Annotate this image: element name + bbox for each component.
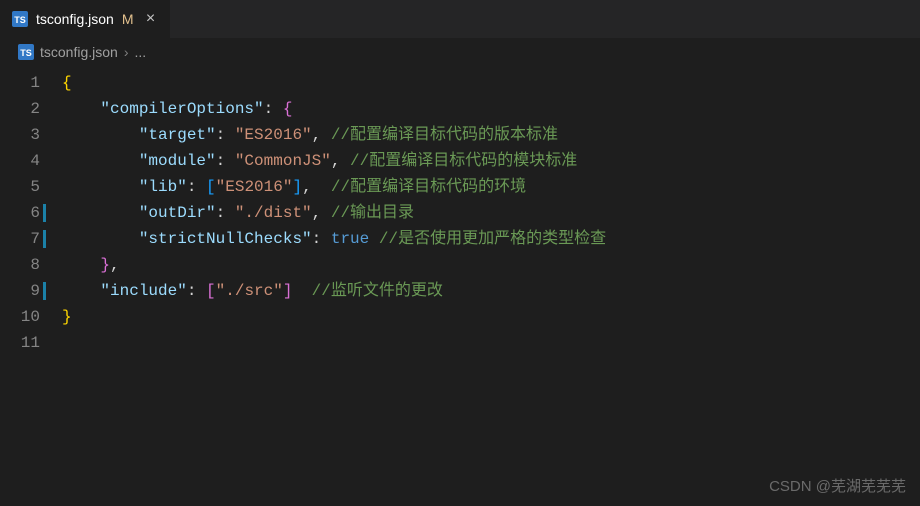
chevron-right-icon: › — [124, 44, 129, 60]
tab-modified-indicator: M — [122, 11, 134, 27]
line-gutter: 1 2 3 4 5 6 7 8 9 10 11 — [0, 70, 62, 356]
line-number: 3 — [30, 126, 40, 144]
line-number: 11 — [21, 334, 40, 352]
code-line: "compilerOptions": { — [62, 96, 920, 122]
ts-file-icon: TS — [18, 44, 34, 60]
code-line: "lib": ["ES2016"], //配置编译目标代码的环境 — [62, 174, 920, 200]
code-line: "include": ["./src"] //监听文件的更改 — [62, 278, 920, 304]
tab-filename: tsconfig.json — [36, 11, 114, 27]
close-icon[interactable]: × — [142, 10, 160, 28]
ts-file-icon: TS — [12, 11, 28, 27]
line-number: 6 — [30, 204, 40, 222]
modified-marker — [43, 282, 46, 300]
breadcrumb[interactable]: TS tsconfig.json › ... — [0, 38, 920, 66]
watermark: CSDN @芜湖芜芜芜 — [769, 475, 906, 496]
line-number: 4 — [30, 152, 40, 170]
tab-bar: TS tsconfig.json M × — [0, 0, 920, 38]
line-number: 5 — [30, 178, 40, 196]
code-area[interactable]: { "compilerOptions": { "target": "ES2016… — [62, 70, 920, 356]
code-line — [62, 330, 920, 356]
line-number: 7 — [30, 230, 40, 248]
code-line: "strictNullChecks": true //是否使用更加严格的类型检查 — [62, 226, 920, 252]
line-number: 2 — [30, 100, 40, 118]
code-editor[interactable]: 1 2 3 4 5 6 7 8 9 10 11 { "compilerOptio… — [0, 66, 920, 356]
breadcrumb-filename: tsconfig.json — [40, 44, 118, 60]
code-line: }, — [62, 252, 920, 278]
svg-text:TS: TS — [20, 48, 32, 58]
line-number: 1 — [30, 74, 40, 92]
modified-marker — [43, 204, 46, 222]
breadcrumb-rest: ... — [135, 44, 147, 60]
line-number: 9 — [30, 282, 40, 300]
svg-text:TS: TS — [14, 15, 26, 25]
code-line: } — [62, 304, 920, 330]
modified-marker — [43, 230, 46, 248]
code-line: "target": "ES2016", //配置编译目标代码的版本标准 — [62, 122, 920, 148]
code-line: "module": "CommonJS", //配置编译目标代码的模块标准 — [62, 148, 920, 174]
tab-tsconfig[interactable]: TS tsconfig.json M × — [0, 0, 171, 38]
line-number: 10 — [21, 308, 40, 326]
code-line: "outDir": "./dist", //输出目录 — [62, 200, 920, 226]
code-line: { — [62, 70, 920, 96]
line-number: 8 — [30, 256, 40, 274]
